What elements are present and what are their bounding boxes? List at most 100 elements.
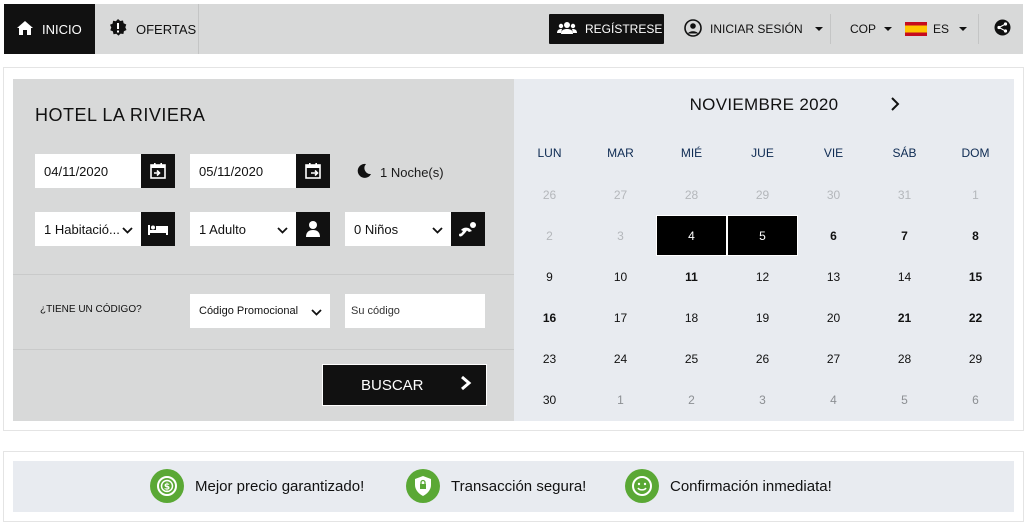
calendar-checkin-icon[interactable] xyxy=(141,154,175,188)
adults-value: 1 Adulto xyxy=(199,221,246,237)
nav-offers-label: OFERTAS xyxy=(136,21,197,37)
language-selector[interactable]: ES xyxy=(905,4,968,54)
rooms-value: 1 Habitació... xyxy=(44,221,120,237)
calendar-day[interactable]: 11 xyxy=(656,256,727,297)
calendar-day: 26 xyxy=(542,187,557,202)
weekday-label: JUE xyxy=(751,146,774,160)
child-icon xyxy=(451,212,485,246)
promo-code-placeholder: Su código xyxy=(351,305,400,317)
share-icon xyxy=(994,19,1011,39)
checkin-value: 04/11/2020 xyxy=(44,163,109,179)
children-value: 0 Niños xyxy=(354,221,399,237)
calendar-day[interactable]: 10 xyxy=(585,256,656,297)
calendar-day: 4 xyxy=(830,392,837,407)
weekday-label: SÁB xyxy=(892,146,917,160)
calendar-day[interactable]: 20 xyxy=(798,297,869,338)
nav-home[interactable]: INICIO xyxy=(4,4,95,54)
top-navigation: INICIO OFERTAS REGÍSTRESE INICIAR SESIÓN… xyxy=(4,4,1023,54)
calendar-day[interactable]: 27 xyxy=(798,338,869,379)
calendar-day[interactable]: 18 xyxy=(656,297,727,338)
calendar-day[interactable]: 29 xyxy=(940,338,1011,379)
currency-label: COP xyxy=(850,22,877,36)
calendar-day[interactable]: 22 xyxy=(940,297,1011,338)
calendar-day-selected[interactable]: 4 xyxy=(656,215,727,256)
currency-selector[interactable]: COP xyxy=(850,4,893,54)
calendar-day[interactable]: 23 xyxy=(514,338,585,379)
calendar-day[interactable]: 28 xyxy=(869,338,940,379)
calendar-checkout-icon[interactable] xyxy=(296,154,330,188)
search-button[interactable]: BUSCAR xyxy=(322,364,487,406)
promo-question: ¿TIENE UN CÓDIGO? xyxy=(40,304,142,315)
checkout-field[interactable]: 05/11/2020 xyxy=(190,154,330,188)
feature-best-price-label: Mejor precio garantizado! xyxy=(195,477,365,495)
promo-type-value: Código Promocional xyxy=(199,305,299,317)
calendar-day[interactable]: 8 xyxy=(940,215,1011,256)
calendar-day[interactable]: 30 xyxy=(514,379,585,420)
calendar-day[interactable]: 16 xyxy=(514,297,585,338)
calendar-day[interactable]: 15 xyxy=(940,256,1011,297)
feature-confirmation-label: Confirmación inmediata! xyxy=(670,477,832,495)
children-select[interactable]: 0 Niños xyxy=(345,212,485,246)
calendar-day[interactable]: 24 xyxy=(585,338,656,379)
login-menu[interactable]: INICIAR SESIÓN xyxy=(684,4,823,54)
chevron-down-icon xyxy=(432,222,443,237)
svg-text:$: $ xyxy=(164,483,170,493)
nav-divider xyxy=(830,14,831,44)
promo-code-input[interactable]: Su código xyxy=(345,294,485,328)
calendar-day[interactable]: 19 xyxy=(727,297,798,338)
calendar-day[interactable]: 21 xyxy=(869,297,940,338)
register-label: REGÍSTRESE xyxy=(585,22,663,36)
next-month-chevron-icon[interactable] xyxy=(889,96,901,117)
calendar-day[interactable]: 7 xyxy=(869,215,940,256)
calendar-day: 5 xyxy=(901,392,908,407)
chevron-down-icon xyxy=(311,304,322,319)
calendar-day[interactable]: 26 xyxy=(727,338,798,379)
adults-select[interactable]: 1 Adulto xyxy=(190,212,330,246)
calendar-day: 6 xyxy=(972,392,979,407)
hotel-name: HOTEL LA RIVIERA xyxy=(35,105,206,125)
login-label: INICIAR SESIÓN xyxy=(710,22,803,36)
promo-type-select[interactable]: Código Promocional xyxy=(190,294,330,328)
calendar-day[interactable]: 12 xyxy=(727,256,798,297)
calendar-day-selected[interactable]: 5 xyxy=(727,215,798,256)
checkin-field[interactable]: 04/11/2020 xyxy=(35,154,175,188)
language-label: ES xyxy=(933,22,950,36)
calendar-day[interactable]: 9 xyxy=(514,256,585,297)
chevron-down-icon xyxy=(122,222,133,237)
calendar-day: 31 xyxy=(897,187,912,202)
spain-flag-icon xyxy=(905,22,927,36)
calendar-day[interactable]: 14 xyxy=(869,256,940,297)
nav-home-label: INICIO xyxy=(42,21,82,37)
calendar-day[interactable]: 17 xyxy=(585,297,656,338)
calendar-day: 30 xyxy=(826,187,841,202)
smile-icon xyxy=(625,469,659,503)
nights-indicator: 1 Noche(s) xyxy=(356,163,444,182)
money-badge-icon: $ xyxy=(150,469,184,503)
user-circle-icon xyxy=(684,18,702,40)
feature-secure: Transacción segura! xyxy=(406,469,586,503)
calendar-month-title: NOVIEMBRE 2020 xyxy=(689,95,839,114)
rooms-select[interactable]: 1 Habitació... xyxy=(35,212,175,246)
register-button[interactable]: REGÍSTRESE xyxy=(549,14,664,44)
calendar-day: 27 xyxy=(613,187,628,202)
search-label: BUSCAR xyxy=(361,376,424,394)
form-divider xyxy=(13,274,514,275)
calendar-day[interactable]: 6 xyxy=(798,215,869,256)
calendar-day: 29 xyxy=(755,187,770,202)
weekday-label: DOM xyxy=(961,146,990,160)
home-icon xyxy=(16,20,34,39)
calendar-day: 3 xyxy=(759,392,766,407)
calendar-day[interactable]: 13 xyxy=(798,256,869,297)
date-calendar: NOVIEMBRE 2020 LUN MAR MIÉ JUE VIE SÁB DOM 26 2… xyxy=(514,79,1014,421)
features-inner: $ Mejor precio garantizado! Transacción … xyxy=(13,461,1014,512)
weekday-label: LUN xyxy=(537,146,562,160)
feature-best-price: $ Mejor precio garantizado! xyxy=(150,469,364,503)
chevron-right-icon xyxy=(460,375,472,395)
users-icon xyxy=(557,21,577,38)
calendar-day[interactable]: 1 xyxy=(940,174,1011,215)
weekday-label: MAR xyxy=(607,146,634,160)
share-button[interactable] xyxy=(994,4,1011,54)
calendar-day[interactable]: 25 xyxy=(656,338,727,379)
feature-confirmation: Confirmación inmediata! xyxy=(625,469,832,503)
nav-offers[interactable]: OFERTAS xyxy=(95,4,199,54)
